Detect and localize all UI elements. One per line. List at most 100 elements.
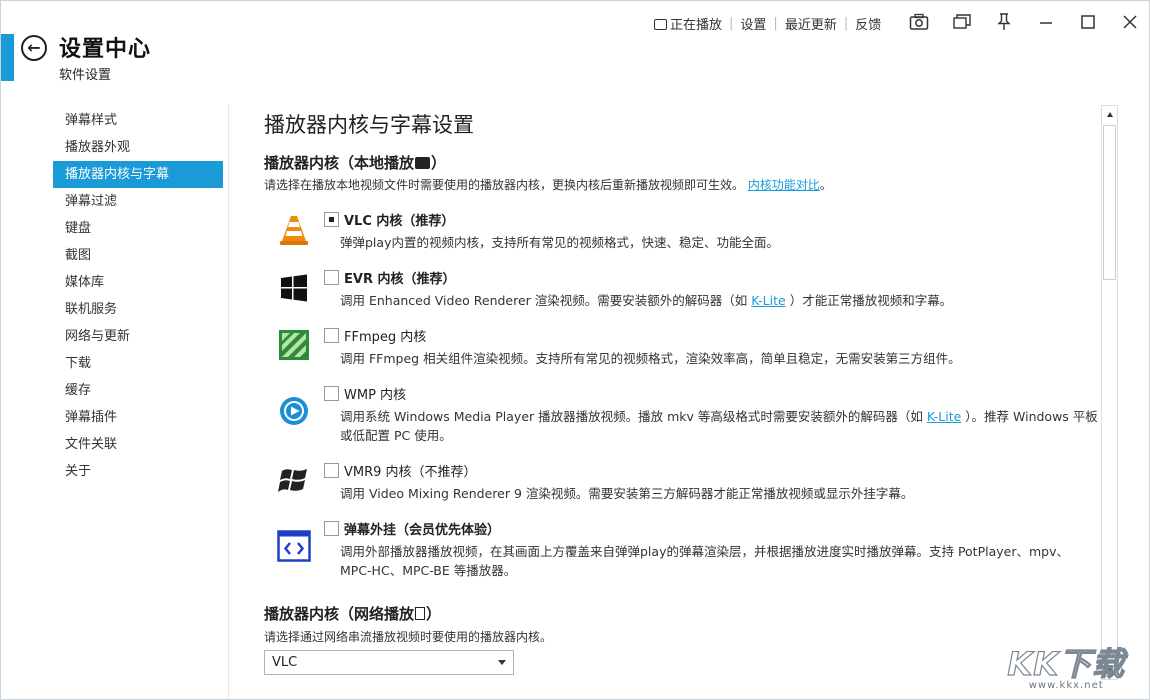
wmp-core-label: WMP 内核 bbox=[344, 388, 407, 403]
vmr9-core-desc: 调用 Video Mixing Renderer 9 渲染视频。需要安装第三方解… bbox=[340, 486, 914, 501]
core-option-vmr9: VMR9 内核（不推荐） 调用 Video Mixing Renderer 9 … bbox=[264, 460, 1099, 508]
sidebar-item-media-library[interactable]: 媒体库 bbox=[53, 269, 223, 296]
sidebar-item-about[interactable]: 关于 bbox=[53, 458, 223, 485]
wmp-desc-text: 调用系统 Windows Media Player 播放器播放视频。播放 mkv… bbox=[340, 409, 927, 424]
page-title: 播放器内核与字幕设置 bbox=[264, 113, 474, 137]
camera-icon bbox=[909, 13, 929, 30]
network-icon bbox=[415, 607, 426, 620]
sidebar-item-keyboard[interactable]: 键盘 bbox=[53, 215, 223, 242]
windows-media-player-icon bbox=[277, 394, 311, 428]
windows-icon bbox=[277, 271, 311, 305]
watermark-logo-text: KK下载 bbox=[1007, 644, 1125, 683]
network-core-section-title: 播放器内核（网络播放） bbox=[264, 605, 442, 623]
danmaku-overlay-desc: 调用外部播放器播放视频，在其画面上方覆盖来自弹弹play的弹幕渲染层，并根据播放… bbox=[340, 544, 1069, 578]
sidebar-item-player-core[interactable]: 播放器内核与字幕 bbox=[53, 161, 223, 188]
vlc-core-label: VLC 内核（推荐） bbox=[344, 214, 455, 229]
nav-separator: | bbox=[843, 16, 849, 31]
header-accent-strip bbox=[1, 34, 14, 81]
sidebar-divider bbox=[228, 105, 229, 699]
top-nav: 正在播放 | 设置 | 最近更新 | 反馈 bbox=[654, 14, 881, 33]
sidebar-item-danmaku-plugins[interactable]: 弹幕插件 bbox=[53, 404, 223, 431]
settings-sidebar: 弹幕样式 播放器外观 播放器内核与字幕 弹幕过滤 键盘 截图 媒体库 联机服务 … bbox=[53, 107, 223, 485]
local-core-desc-end: 。 bbox=[819, 178, 832, 192]
vmr9-core-label: VMR9 内核（不推荐） bbox=[344, 465, 477, 480]
network-core-select[interactable]: VLC bbox=[264, 650, 514, 675]
recent-updates-link[interactable]: 最近更新 bbox=[785, 14, 837, 33]
ffmpeg-core-desc: 调用 FFmpeg 相关组件渲染视频。支持所有常见的视频格式，渲染效率高，简单且… bbox=[340, 351, 961, 366]
evr-desc-text: 调用 Enhanced Video Renderer 渲染视频。需要安装额外的解… bbox=[340, 293, 752, 308]
core-option-ffmpeg: FFmpeg 内核 调用 FFmpeg 相关组件渲染视频。支持所有常见的视频格式… bbox=[264, 325, 1099, 373]
watermark: KK下载 www.kkx.net bbox=[1007, 639, 1125, 691]
network-core-title-text: 播放器内核（网络播放 bbox=[264, 605, 415, 623]
windows-flag-icon bbox=[277, 464, 311, 498]
danmaku-overlay-checkbox[interactable] bbox=[324, 521, 339, 536]
sidebar-item-danmaku-style[interactable]: 弹幕样式 bbox=[53, 107, 223, 134]
nav-separator: | bbox=[773, 16, 778, 31]
sidebar-item-file-association[interactable]: 文件关联 bbox=[53, 431, 223, 458]
wmp-core-checkbox[interactable] bbox=[324, 386, 339, 401]
core-option-vlc: VLC 内核（推荐） 弹弹play内置的视频内核，支持所有常见的视频格式，快速、… bbox=[264, 209, 1099, 257]
vertical-scrollbar[interactable] bbox=[1101, 105, 1118, 680]
screenshot-button[interactable] bbox=[908, 11, 930, 33]
sidebar-item-network-update[interactable]: 网络与更新 bbox=[53, 323, 223, 350]
sidebar-item-download[interactable]: 下载 bbox=[53, 350, 223, 377]
minimize-icon bbox=[1040, 22, 1052, 24]
scroll-thumb[interactable] bbox=[1103, 125, 1116, 280]
close-icon bbox=[1123, 15, 1137, 29]
klite-link[interactable]: K-Lite bbox=[751, 293, 785, 308]
evr-core-desc: 调用 Enhanced Video Renderer 渲染视频。需要安装额外的解… bbox=[340, 291, 1100, 310]
core-option-wmp: WMP 内核 调用系统 Windows Media Player 播放器播放视频… bbox=[264, 383, 1099, 451]
maximize-button[interactable] bbox=[1077, 11, 1099, 33]
app-subtitle: 软件设置 bbox=[59, 68, 112, 83]
settings-content: 播放器内核与字幕设置 播放器内核（本地播放） 请选择在播放本地视频文件时需要使用… bbox=[264, 105, 1104, 699]
minimize-button[interactable] bbox=[1035, 11, 1057, 33]
pin-button[interactable] bbox=[993, 11, 1015, 33]
pin-icon bbox=[997, 13, 1011, 30]
app-title: 设置中心 bbox=[59, 37, 152, 62]
sidebar-item-online-service[interactable]: 联机服务 bbox=[53, 296, 223, 323]
ffmpeg-core-checkbox[interactable] bbox=[324, 328, 339, 343]
mini-mode-button[interactable] bbox=[951, 11, 973, 33]
vmr9-core-checkbox[interactable] bbox=[324, 463, 339, 478]
network-core-description: 请选择通过网络串流播放视频时要使用的播放器内核。 bbox=[264, 630, 553, 644]
nav-separator: | bbox=[729, 16, 734, 31]
feedback-link[interactable]: 反馈 bbox=[855, 14, 881, 33]
sidebar-item-danmaku-filter[interactable]: 弹幕过滤 bbox=[53, 188, 223, 215]
back-button[interactable]: ← bbox=[21, 35, 47, 61]
local-core-desc-text: 请选择在播放本地视频文件时需要使用的播放器内核，更换内核后重新播放视频即可生效。 bbox=[264, 178, 745, 192]
ffmpeg-core-label: FFmpeg 内核 bbox=[344, 330, 427, 345]
sidebar-item-screenshot[interactable]: 截图 bbox=[53, 242, 223, 269]
evr-core-label: EVR 内核（推荐） bbox=[344, 272, 456, 287]
now-playing-link[interactable]: 正在播放 bbox=[654, 14, 722, 33]
now-playing-label: 正在播放 bbox=[670, 18, 723, 33]
tv-icon bbox=[415, 157, 431, 169]
evr-core-checkbox[interactable] bbox=[324, 270, 339, 285]
dropdown-arrow-icon bbox=[498, 660, 506, 665]
vlc-core-checkbox[interactable] bbox=[324, 212, 339, 227]
settings-window: ← 设置中心 软件设置 正在播放 | 设置 | 最近更新 | 反馈 弹幕样式 播… bbox=[0, 0, 1150, 700]
local-core-description: 请选择在播放本地视频文件时需要使用的播放器内核，更换内核后重新播放视频即可生效。… bbox=[264, 176, 832, 193]
vlc-cone-icon bbox=[277, 213, 311, 247]
tv-icon bbox=[654, 19, 667, 30]
sidebar-item-cache[interactable]: 缓存 bbox=[53, 377, 223, 404]
danmaku-overlay-label: 弹幕外挂（会员优先体验） bbox=[344, 523, 501, 538]
maximize-icon bbox=[1081, 15, 1095, 29]
evr-desc-text-end: ）才能正常播放视频和字幕。 bbox=[785, 293, 953, 308]
close-button[interactable] bbox=[1119, 11, 1141, 33]
back-arrow-icon: ← bbox=[27, 38, 41, 57]
mini-window-icon bbox=[953, 14, 971, 29]
overlay-code-icon bbox=[277, 529, 311, 563]
sidebar-item-player-appearance[interactable]: 播放器外观 bbox=[53, 134, 223, 161]
wmp-core-desc: 调用系统 Windows Media Player 播放器播放视频。播放 mkv… bbox=[340, 407, 1100, 445]
local-core-section-title: 播放器内核（本地播放） bbox=[264, 154, 447, 172]
network-core-select-value: VLC bbox=[272, 655, 298, 670]
core-option-evr: EVR 内核（推荐） 调用 Enhanced Video Renderer 渲染… bbox=[264, 267, 1099, 315]
scroll-up-button[interactable] bbox=[1102, 106, 1117, 123]
core-comparison-link[interactable]: 内核功能对比 bbox=[748, 178, 820, 192]
settings-link[interactable]: 设置 bbox=[740, 14, 766, 33]
local-core-title-text: 播放器内核（本地播放 bbox=[264, 154, 415, 172]
vlc-core-desc: 弹弹play内置的视频内核，支持所有常见的视频格式，快速、稳定、功能全面。 bbox=[340, 235, 779, 250]
core-option-danmaku-overlay: 弹幕外挂（会员优先体验） 调用外部播放器播放视频，在其画面上方覆盖来自弹弹pla… bbox=[264, 518, 1099, 586]
ffmpeg-icon bbox=[277, 328, 311, 362]
klite-link[interactable]: K-Lite bbox=[927, 409, 961, 424]
